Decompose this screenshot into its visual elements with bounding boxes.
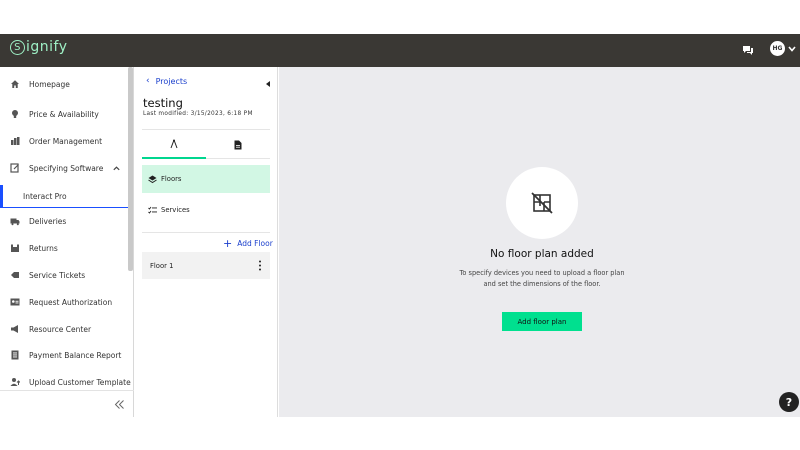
tab-documents[interactable] <box>206 130 270 159</box>
sidebar-item-label: Upload Customer Template <box>29 377 131 387</box>
report-icon <box>11 350 19 360</box>
add-floor-plan-button[interactable]: Add floor plan <box>502 312 582 331</box>
home-icon <box>11 80 19 88</box>
logo-mark: S <box>10 39 25 55</box>
sidebar-item-label: Interact Pro <box>23 191 67 201</box>
empty-state-description-line: To specify devices you need to upload a … <box>459 269 625 277</box>
collapse-panel-icon[interactable] <box>266 81 270 87</box>
panel-nav-floors[interactable]: Floors <box>142 165 270 193</box>
lightbulb-icon <box>12 110 18 118</box>
add-floor-label: Add Floor <box>237 239 273 248</box>
sidebar-item-specifying-software[interactable]: Specifying Software <box>0 155 128 181</box>
sidebar-scrollbar[interactable] <box>128 67 133 271</box>
panel-nav-services[interactable]: Services <box>142 196 270 224</box>
sidebar-item-label: Homepage <box>29 79 70 89</box>
project-title: testing <box>143 96 183 110</box>
tab-layout[interactable] <box>142 130 206 159</box>
sidebar-item-label: Price & Availability <box>29 109 99 119</box>
sidebar-item-price-availability[interactable]: Price & Availability <box>0 101 128 127</box>
panel-nav-label: Services <box>161 206 190 214</box>
sidebar-item-deliveries[interactable]: Deliveries <box>0 208 128 234</box>
chat-icon[interactable] <box>742 44 754 56</box>
floorplan-canvas-area: No floor plan added To specify devices y… <box>279 67 800 417</box>
sidebar-item-label: Resource Center <box>29 324 92 334</box>
panel-divider <box>142 232 270 233</box>
panel-nav-label: Floors <box>161 175 182 183</box>
empty-state-illustration <box>506 167 578 239</box>
top-navbar: S ignify HG <box>0 34 800 67</box>
double-chevron-left-icon[interactable] <box>114 399 125 410</box>
help-button[interactable]: ? <box>779 392 799 412</box>
chevron-left-icon: ‹ <box>146 76 150 86</box>
last-modified-text: Last modified: 3/15/2023, 6:18 PM <box>143 111 253 117</box>
sidebar-item-label: Deliveries <box>29 216 67 226</box>
floor-list-item[interactable]: Floor 1 <box>142 252 270 279</box>
sidebar-item-interact-pro[interactable]: Interact Pro <box>0 185 128 208</box>
chevron-up-icon[interactable] <box>112 164 121 173</box>
compass-icon <box>170 139 178 148</box>
project-panel: ‹ Projects testing Last modified: 3/15/2… <box>135 67 278 417</box>
no-floorplan-icon <box>531 192 553 214</box>
sidebar-item-label: Specifying Software <box>29 163 104 173</box>
add-floor-button[interactable]: + Add Floor <box>223 238 273 249</box>
checklist-icon <box>148 206 157 214</box>
upload-user-icon <box>10 378 20 386</box>
layers-icon <box>148 175 157 183</box>
sidebar-item-label: Payment Balance Report <box>29 350 122 360</box>
sidebar-item-label: Order Management <box>29 136 103 146</box>
sidebar-item-label: Service Tickets <box>29 270 86 280</box>
user-avatar[interactable]: HG <box>770 41 785 56</box>
sidebar-item-label: Request Authorization <box>29 297 113 307</box>
sidebar-item-label: Returns <box>29 243 58 253</box>
ticket-icon <box>11 272 19 278</box>
more-options-icon[interactable] <box>258 260 262 271</box>
panel-tabs <box>142 129 270 159</box>
returns-icon <box>11 244 19 252</box>
sidebar-item-payment-balance-report[interactable]: Payment Balance Report <box>0 342 128 368</box>
logo-text: ignify <box>26 39 68 55</box>
floor-label: Floor 1 <box>150 261 174 270</box>
back-to-projects-link[interactable]: ‹ Projects <box>146 76 187 86</box>
sidebar-item-homepage[interactable]: Homepage <box>0 71 128 97</box>
signify-logo[interactable]: S ignify <box>10 39 68 55</box>
chevron-down-icon[interactable] <box>787 44 797 54</box>
sidebar-item-order-management[interactable]: Order Management <box>0 128 128 154</box>
document-icon <box>234 140 242 149</box>
sidebar-item-returns[interactable]: Returns <box>0 235 128 261</box>
order-icon <box>11 137 20 145</box>
sidebar-item-request-authorization[interactable]: Request Authorization <box>0 289 128 315</box>
megaphone-icon <box>11 325 18 333</box>
main-sidebar: Homepage Price & Availability Order Mana… <box>0 67 134 417</box>
sidebar-item-resource-center[interactable]: Resource Center <box>0 316 128 342</box>
truck-icon <box>10 218 20 226</box>
empty-state-description-line: and set the dimensions of the floor. <box>483 280 601 288</box>
empty-state-title: No floor plan added <box>490 248 594 260</box>
plus-icon: + <box>223 237 233 250</box>
authorization-icon <box>10 298 20 306</box>
software-icon <box>10 163 19 173</box>
back-link-label: Projects <box>155 76 188 86</box>
empty-state-description: To specify devices you need to upload a … <box>279 268 800 290</box>
sidebar-footer <box>0 390 134 417</box>
sidebar-item-service-tickets[interactable]: Service Tickets <box>0 262 128 288</box>
